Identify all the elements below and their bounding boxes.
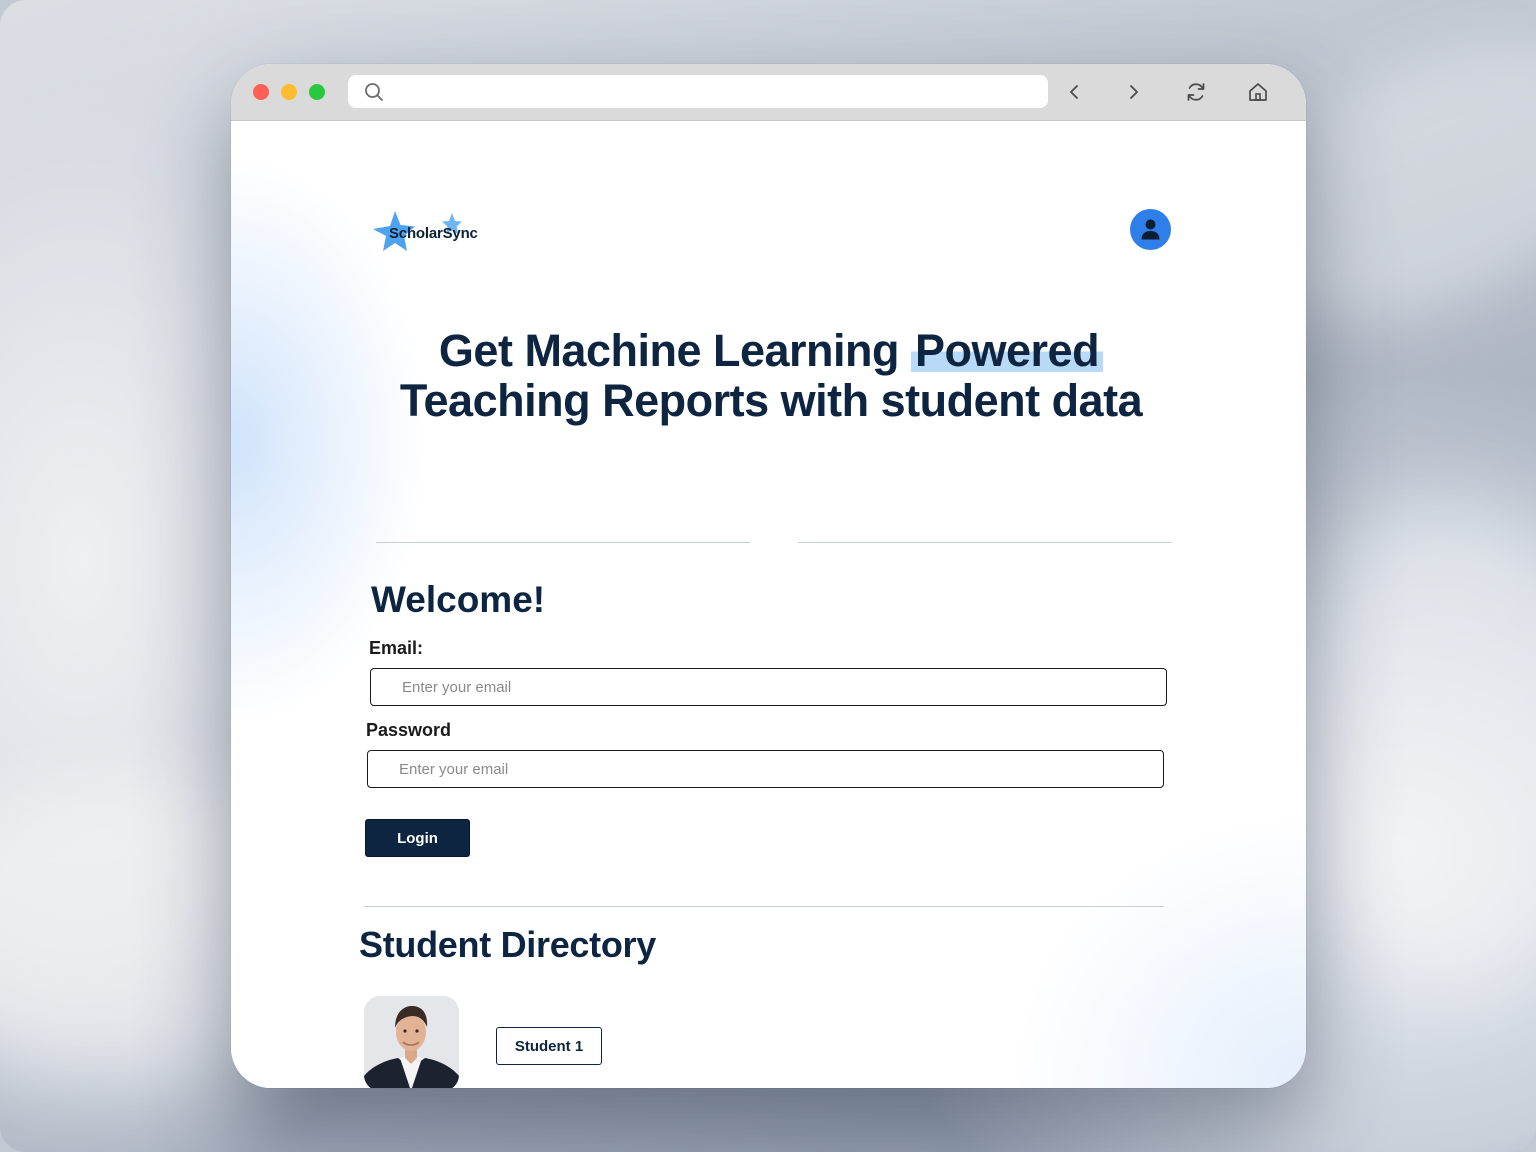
email-label: Email:: [369, 638, 424, 658]
address-bar[interactable]: [348, 75, 1048, 110]
divider: [364, 906, 1164, 907]
user-avatar-button[interactable]: [1130, 209, 1171, 250]
chevron-right-icon[interactable]: [1122, 80, 1146, 104]
student-1-button[interactable]: Student 1: [496, 1027, 602, 1065]
divider: [376, 542, 750, 543]
student-directory-title: Student Directory: [359, 924, 656, 965]
headline-text: Get Machine Learning: [438, 325, 912, 376]
browser-toolbar: [231, 64, 1306, 121]
background-sheen: [1280, 500, 1536, 1000]
logo-text: ScholarSync: [389, 225, 478, 242]
user-icon: [1141, 219, 1160, 240]
window-close-button[interactable]: [253, 84, 269, 100]
window-maximize-button[interactable]: [309, 84, 325, 100]
hero-headline: Get Machine Learning Powered Teaching Re…: [351, 325, 1191, 426]
browser-window: ScholarSync Get Machine Learning Powered…: [231, 64, 1306, 1088]
welcome-heading: Welcome!: [371, 579, 546, 620]
login-button[interactable]: Login: [365, 819, 470, 857]
scholarsync-logo[interactable]: ScholarSync: [371, 209, 491, 261]
window-minimize-button[interactable]: [281, 84, 297, 100]
home-icon[interactable]: [1246, 80, 1270, 104]
password-field[interactable]: [367, 750, 1164, 788]
headline-text: Teaching Reports with student data: [399, 375, 1143, 426]
headline-highlight: Powered: [911, 325, 1104, 376]
search-icon: [365, 83, 383, 101]
chevron-left-icon[interactable]: [1062, 80, 1086, 104]
reload-icon[interactable]: [1184, 80, 1208, 104]
student-portrait-image: [364, 996, 459, 1088]
email-field[interactable]: [370, 668, 1167, 706]
page-content: ScholarSync Get Machine Learning Powered…: [231, 121, 1306, 1088]
url-input[interactable]: [392, 75, 1036, 110]
divider: [798, 542, 1172, 543]
password-label: Password: [366, 720, 452, 740]
student-photo: [364, 996, 459, 1088]
